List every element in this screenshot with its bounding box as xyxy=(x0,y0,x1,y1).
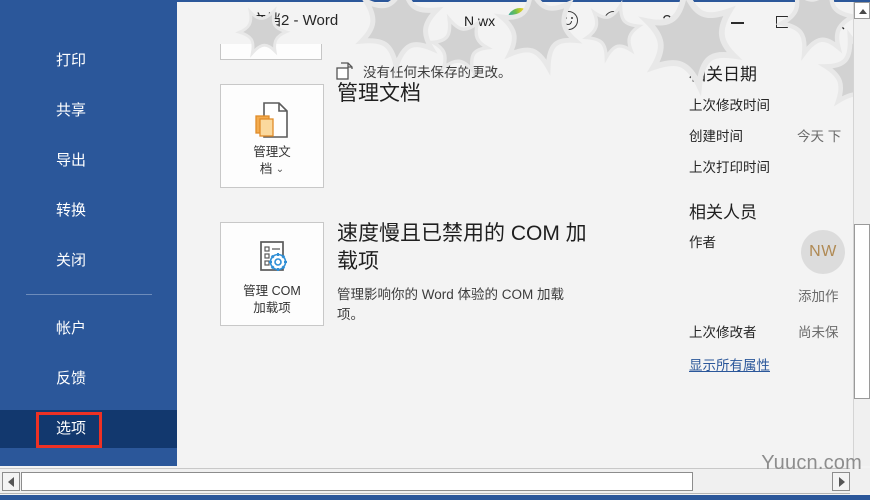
help-icon: ? xyxy=(662,13,672,30)
sidebar-divider xyxy=(26,294,152,295)
vertical-scrollbar-thumb[interactable] xyxy=(854,224,870,399)
horizontal-scrollbar-thumb[interactable] xyxy=(21,472,693,491)
frowny-face-icon[interactable] xyxy=(604,11,623,30)
backstage-info-pane: 文档2 - Word N wx ? 管理文 档 ⌄ 管理文档 没有任何未保存的更… xyxy=(177,2,870,466)
sidebar-item-feedback[interactable]: 反馈 xyxy=(0,360,177,398)
sidebar-item-label: 帐户 xyxy=(56,320,87,337)
avatar: NW xyxy=(801,230,845,274)
last-modified-label: 上次修改时间 xyxy=(689,98,770,113)
close-button[interactable] xyxy=(822,8,852,36)
com-addins-icon xyxy=(221,237,323,281)
com-addins-subtext: 管理影响你的 Word 体验的 COM 加载项。 xyxy=(337,287,565,322)
smiley-face-icon[interactable] xyxy=(559,11,578,30)
sidebar-item-label: 共享 xyxy=(56,102,87,119)
last-printed-label: 上次打印时间 xyxy=(689,160,770,175)
manage-document-button[interactable]: 管理文档 ⌄ xyxy=(220,84,324,188)
vertical-scrollbar[interactable] xyxy=(853,2,870,466)
backstage-sidebar: 打印 共享 导出 转换 关闭 帐户 反馈 选项 xyxy=(0,2,177,466)
minimize-button[interactable] xyxy=(722,8,752,36)
unsaved-changes-icon xyxy=(336,62,353,80)
firefox-icon[interactable] xyxy=(507,8,533,34)
sidebar-item-label: 转换 xyxy=(56,202,87,219)
created-value: 今天 下 xyxy=(797,129,842,144)
com-addins-heading: 速度慢且已禁用的 COM 加载项 xyxy=(337,222,587,273)
horizontal-scrollbar[interactable] xyxy=(0,468,870,494)
last-modified-by-label: 上次修改者 xyxy=(689,325,757,340)
manage-document-subtext: 没有任何未保存的更改。 xyxy=(363,65,512,80)
add-author-field[interactable]: 添加作 xyxy=(798,285,839,305)
window-bottom-border xyxy=(0,495,870,500)
chevron-down-icon: ⌄ xyxy=(275,164,285,175)
sidebar-item-label: 导出 xyxy=(56,152,87,169)
maximize-icon xyxy=(776,16,788,28)
manage-document-heading: 管理文档 xyxy=(337,82,421,105)
manage-document-icon xyxy=(221,99,323,143)
scroll-left-button[interactable] xyxy=(2,472,20,491)
created-label: 创建时间 xyxy=(689,129,743,144)
partial-tile-above xyxy=(220,44,322,60)
sidebar-item-print[interactable]: 打印 xyxy=(0,42,177,80)
scroll-up-button[interactable] xyxy=(854,2,870,19)
word-backstage-window: 打印 共享 导出 转换 关闭 帐户 反馈 选项 文档2 - Word N wx … xyxy=(0,0,870,500)
manage-com-addins-button[interactable]: 管理 COM 加载项 xyxy=(220,222,324,326)
author-label: 作者 xyxy=(689,235,716,250)
sidebar-item-options[interactable]: 选项 xyxy=(0,410,177,448)
sidebar-item-label: 反馈 xyxy=(56,370,87,387)
sidebar-item-account[interactable]: 帐户 xyxy=(0,310,177,348)
manage-com-addins-label: 管理 COM 加载项 xyxy=(243,284,301,315)
sidebar-item-label: 打印 xyxy=(56,52,87,69)
help-button[interactable]: ? xyxy=(652,8,682,36)
title-bar: 文档2 - Word N wx ? xyxy=(177,2,870,42)
watermark: Yuucn.com xyxy=(761,452,862,474)
sidebar-item-close[interactable]: 关闭 xyxy=(0,242,177,280)
tray-text: N wx xyxy=(464,13,496,29)
close-icon xyxy=(829,14,845,30)
sidebar-item-transform[interactable]: 转换 xyxy=(0,192,177,230)
document-title: 文档2 - Word xyxy=(251,12,339,29)
related-people-heading: 相关人员 xyxy=(689,203,757,222)
minimize-icon xyxy=(731,22,744,24)
maximize-button[interactable] xyxy=(767,8,797,36)
sidebar-item-label: 关闭 xyxy=(56,252,87,269)
manage-document-label: 管理文档 ⌄ xyxy=(253,145,291,176)
related-dates-heading: 相关日期 xyxy=(689,65,757,84)
show-all-properties-link[interactable]: 显示所有属性 xyxy=(689,354,770,374)
sidebar-item-share[interactable]: 共享 xyxy=(0,92,177,130)
last-modified-by-value: 尚未保 xyxy=(798,325,839,340)
sidebar-item-export[interactable]: 导出 xyxy=(0,142,177,180)
sidebar-item-label: 选项 xyxy=(56,420,87,437)
